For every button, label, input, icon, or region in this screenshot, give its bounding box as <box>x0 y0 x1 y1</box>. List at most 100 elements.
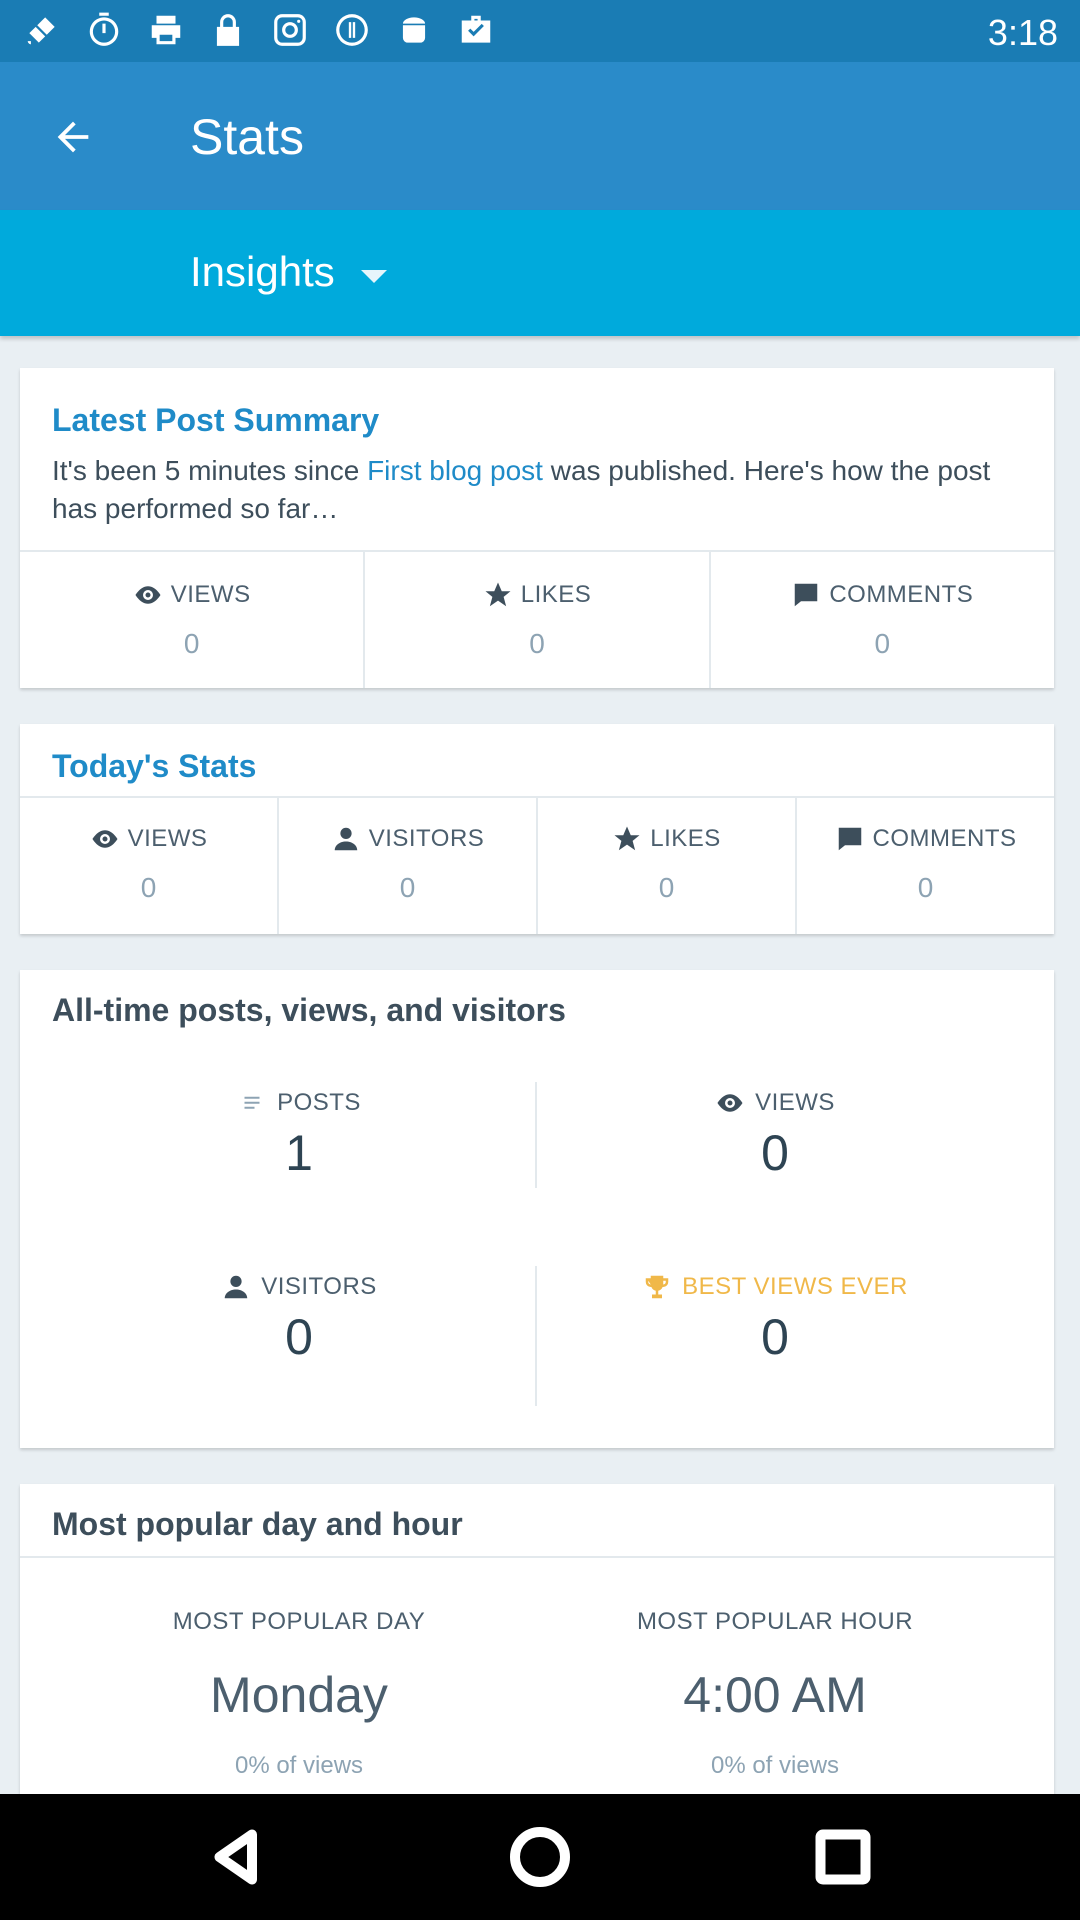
page-title: Stats <box>190 109 304 165</box>
square-recents-icon <box>815 1829 871 1885</box>
all-time-best-views[interactable]: BEST VIEWS EVER 0 <box>540 1272 1010 1366</box>
stat-value: 0 <box>529 628 545 659</box>
trophy-icon <box>645 1275 669 1299</box>
stat-comments[interactable]: COMMENTS 0 <box>795 798 1054 934</box>
latest-post-stats: VIEWS 0 LIKES 0 COMMENTS 0 <box>20 552 1054 688</box>
triangle-back-icon <box>214 1829 257 1885</box>
stat-label: VIEWS <box>170 581 251 608</box>
stat-label: VIEWS <box>127 825 208 852</box>
stat-label: COMMENTS <box>872 825 1017 852</box>
stat-label: LIKES <box>650 825 721 852</box>
best-views-head: BEST VIEWS EVER <box>540 1272 1010 1302</box>
divider <box>20 1556 1054 1558</box>
stat-comments[interactable]: COMMENTS 0 <box>708 552 1054 688</box>
stat-value: 1 <box>285 1125 313 1181</box>
navigation-bar <box>0 1794 1080 1920</box>
insights-dropdown-label: Insights <box>190 248 335 295</box>
stat-label: MOST POPULAR HOUR <box>636 1608 914 1635</box>
status-bar-icons <box>22 10 496 50</box>
card-title: All-time posts, views, and visitors <box>52 992 566 1028</box>
android-icon <box>394 10 434 50</box>
stat-value: 0 <box>658 872 675 903</box>
eye-icon <box>135 586 161 604</box>
stat-subtext: 0% of views <box>710 1752 840 1779</box>
stat-value: 0 <box>183 628 200 659</box>
eye-icon <box>92 830 118 848</box>
stat-likes[interactable]: LIKES 0 <box>536 798 795 934</box>
insights-bar: Insights <box>0 210 1080 336</box>
stat-value: Monday <box>210 1667 388 1723</box>
most-popular-card: Most popular day and hour MOST POPULAR D… <box>20 1484 1054 1794</box>
stat-visitors[interactable]: VISITORS 0 <box>277 798 536 934</box>
comment-icon <box>838 827 861 851</box>
arrow-back-icon <box>57 121 89 153</box>
briefcase-check-icon <box>456 10 496 50</box>
stat-comments-head: COMMENTS <box>797 824 1054 854</box>
dropdown-caret-icon <box>360 269 387 283</box>
divider <box>535 1082 537 1188</box>
stat-label: MOST POPULAR DAY <box>172 1608 426 1635</box>
comment-icon <box>795 583 818 607</box>
stat-label: VISITORS <box>368 825 485 852</box>
nav-recents-button[interactable] <box>810 1824 876 1890</box>
stat-value: 4:00 AM <box>683 1667 867 1723</box>
star-icon <box>485 582 511 607</box>
todays-stats-row: VIEWS 0 VISITORS 0 LIKES 0 COMMENTS 0 <box>20 798 1054 934</box>
stat-likes[interactable]: LIKES 0 <box>363 552 708 688</box>
stat-visitors-head: VISITORS <box>279 824 536 854</box>
nav-home-button[interactable] <box>507 1824 573 1890</box>
instagram-icon <box>270 10 310 50</box>
satellite-icon <box>22 10 62 50</box>
posts-head: POSTS <box>64 1088 534 1118</box>
circle-home-icon <box>510 1827 570 1887</box>
person-icon <box>224 1275 248 1299</box>
stat-views[interactable]: VIEWS 0 <box>20 552 363 688</box>
todays-stats-card: Today's Stats VIEWS 0 VISITORS 0 LIKES 0 <box>20 724 1054 934</box>
latest-post-description: It's been 5 minutes since First blog pos… <box>52 452 1012 528</box>
most-popular-hour: MOST POPULAR HOUR 4:00 AM 0% of views <box>540 1608 1010 1780</box>
stat-label: BEST VIEWS EVER <box>682 1273 908 1300</box>
star-icon <box>614 826 640 851</box>
lock-icon <box>208 10 248 50</box>
stat-value: 0 <box>761 1309 789 1365</box>
posts-icon <box>244 1096 260 1109</box>
stat-likes-head: LIKES <box>538 824 795 854</box>
all-time-views[interactable]: VIEWS 0 <box>540 1088 1010 1182</box>
eye-icon <box>717 1094 743 1112</box>
insights-dropdown[interactable]: Insights <box>190 248 387 296</box>
timer-icon <box>84 10 124 50</box>
back-button[interactable] <box>38 102 108 172</box>
card-title[interactable]: Today's Stats <box>52 748 256 785</box>
person-icon <box>334 827 357 851</box>
clock: 3:18 <box>987 12 1058 53</box>
divider <box>535 1266 537 1406</box>
views-head: VIEWS <box>540 1088 1010 1118</box>
most-popular-day: MOST POPULAR DAY Monday 0% of views <box>64 1608 534 1780</box>
stat-label: VISITORS <box>261 1273 377 1300</box>
stat-views[interactable]: VIEWS 0 <box>20 798 277 934</box>
post-link[interactable]: First blog post <box>367 455 543 486</box>
stat-subtext: 0% of views <box>234 1752 364 1779</box>
stat-value: 0 <box>285 1309 313 1365</box>
stat-value: 0 <box>874 628 891 659</box>
stat-views-head: VIEWS <box>20 580 363 610</box>
stat-label: COMMENTS <box>829 581 974 608</box>
stat-likes-head: LIKES <box>365 580 708 610</box>
latest-post-summary-card: Latest Post Summary It's been 5 minutes … <box>20 368 1054 688</box>
stat-value: 0 <box>917 872 934 903</box>
nav-back-button[interactable] <box>204 1824 270 1890</box>
card-title: Most popular day and hour <box>52 1506 463 1542</box>
stat-label: LIKES <box>520 581 592 608</box>
all-time-posts[interactable]: POSTS 1 <box>64 1088 534 1182</box>
stat-comments-head: COMMENTS <box>711 580 1054 610</box>
info-circle-icon <box>332 10 372 50</box>
stat-views-head: VIEWS <box>20 824 277 854</box>
description-text: It's been 5 minutes since <box>52 455 368 486</box>
visitors-head: VISITORS <box>64 1272 534 1302</box>
all-time-card: All-time posts, views, and visitors POST… <box>20 970 1054 1448</box>
card-title[interactable]: Latest Post Summary <box>52 402 379 439</box>
stat-value: 0 <box>399 872 416 903</box>
printer-icon <box>146 10 186 50</box>
app-bar: Stats <box>0 62 1080 210</box>
all-time-visitors[interactable]: VISITORS 0 <box>64 1272 534 1366</box>
